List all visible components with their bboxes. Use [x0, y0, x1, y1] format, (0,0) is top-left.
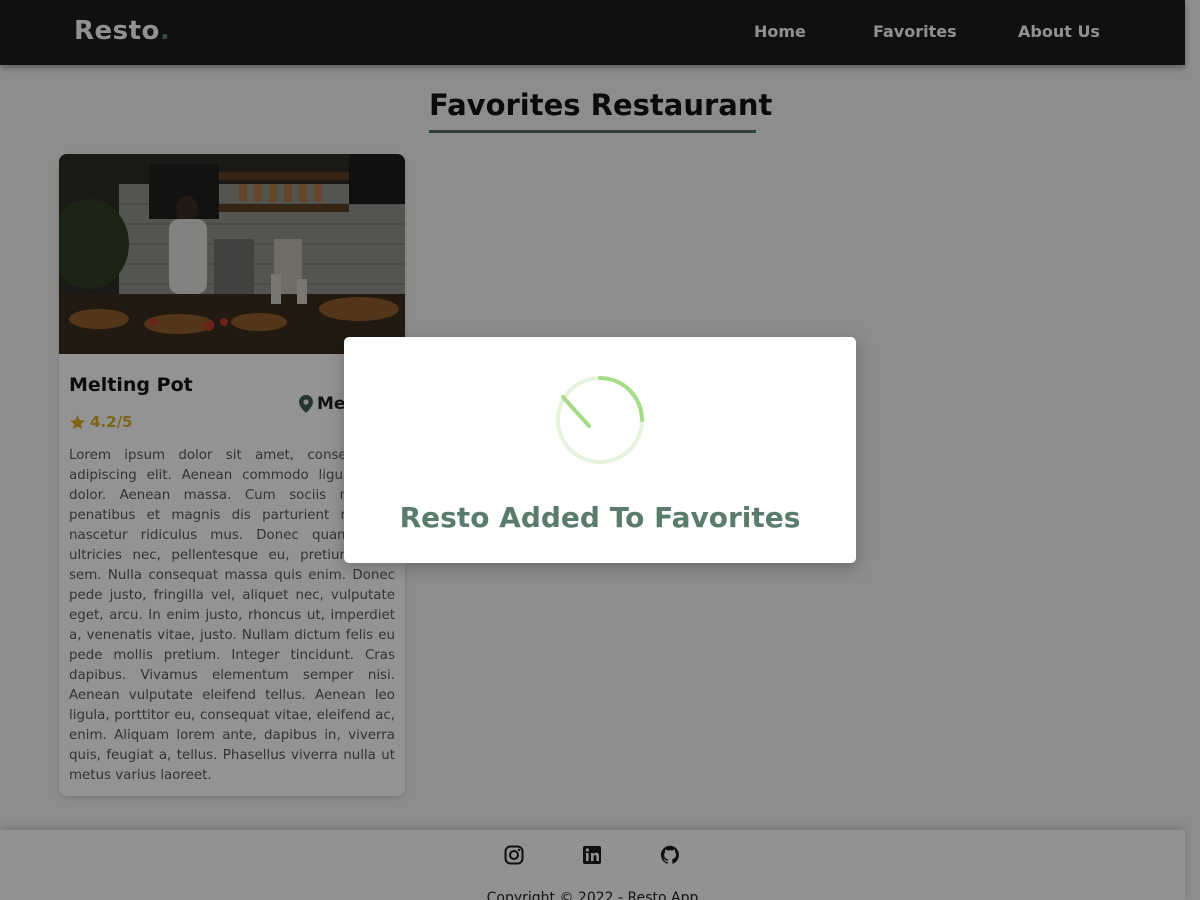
modal-message: Resto Added To Favorites [399, 501, 801, 534]
success-modal: Resto Added To Favorites [344, 337, 856, 563]
success-icon [556, 376, 644, 464]
